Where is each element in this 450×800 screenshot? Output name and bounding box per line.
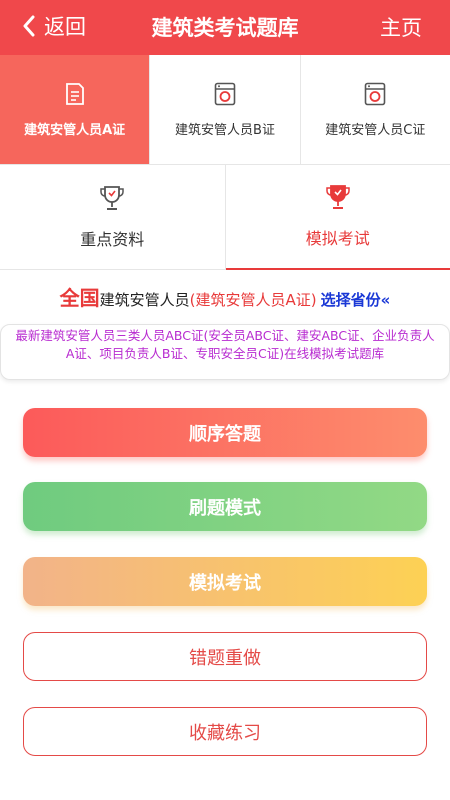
tab-cert-b-label: 建筑安管人员B证 bbox=[175, 123, 275, 138]
mock-exam-button[interactable]: 模拟考试 bbox=[23, 557, 427, 606]
home-button[interactable]: 主页 bbox=[380, 12, 422, 42]
tab-cert-a-label: 建筑安管人员A证 bbox=[24, 123, 126, 138]
back-button[interactable]: 返回 bbox=[22, 11, 86, 41]
certificate-tabs: 建筑安管人员A证 建筑安管人员B证 建筑安管人员C证 bbox=[0, 55, 450, 165]
nation-label: 全国 bbox=[59, 286, 100, 310]
tab-key-materials-label: 重点资料 bbox=[80, 229, 145, 249]
tab-mock-exam[interactable]: 模拟考试 bbox=[225, 164, 450, 270]
chevron-left-icon bbox=[23, 15, 35, 37]
tab-cert-c-label: 建筑安管人员C证 bbox=[325, 123, 426, 138]
washing-machine-icon bbox=[364, 81, 386, 107]
region-info: 全国建筑安管人员(建筑安管人员A证) 选择省份« bbox=[0, 282, 450, 311]
washing-machine-icon bbox=[214, 81, 236, 107]
tab-mock-exam-label: 模拟考试 bbox=[305, 229, 370, 248]
group-label: 建筑安管人员 bbox=[99, 291, 190, 309]
tab-cert-b[interactable]: 建筑安管人员B证 bbox=[150, 55, 301, 164]
top-navigation-bar: 返回 建筑类考试题库 主页 bbox=[0, 0, 450, 55]
tool-tabs: 重点资料 模拟考试 bbox=[0, 164, 450, 270]
back-label: 返回 bbox=[44, 15, 86, 39]
favorites-practice-button[interactable]: 收藏练习 bbox=[23, 707, 427, 756]
notice-banner: 最新建筑安管人员三类人员ABC证(安全员ABC证、建安ABC证、企业负责人A证、… bbox=[0, 324, 450, 380]
practice-mode-button[interactable]: 刷题模式 bbox=[23, 482, 427, 531]
sequential-answer-button[interactable]: 顺序答题 bbox=[23, 408, 427, 457]
trophy-icon bbox=[325, 183, 351, 211]
redo-wrong-button[interactable]: 错题重做 bbox=[23, 632, 427, 681]
tab-cert-c[interactable]: 建筑安管人员C证 bbox=[301, 55, 450, 164]
trophy-icon bbox=[99, 184, 125, 212]
tab-key-materials[interactable]: 重点资料 bbox=[0, 164, 226, 270]
cert-label: (建筑安管人员A证) bbox=[189, 291, 317, 309]
choose-province-link[interactable]: 选择省份« bbox=[321, 291, 391, 309]
tab-cert-a[interactable]: 建筑安管人员A证 bbox=[0, 55, 151, 164]
document-icon bbox=[64, 81, 86, 107]
